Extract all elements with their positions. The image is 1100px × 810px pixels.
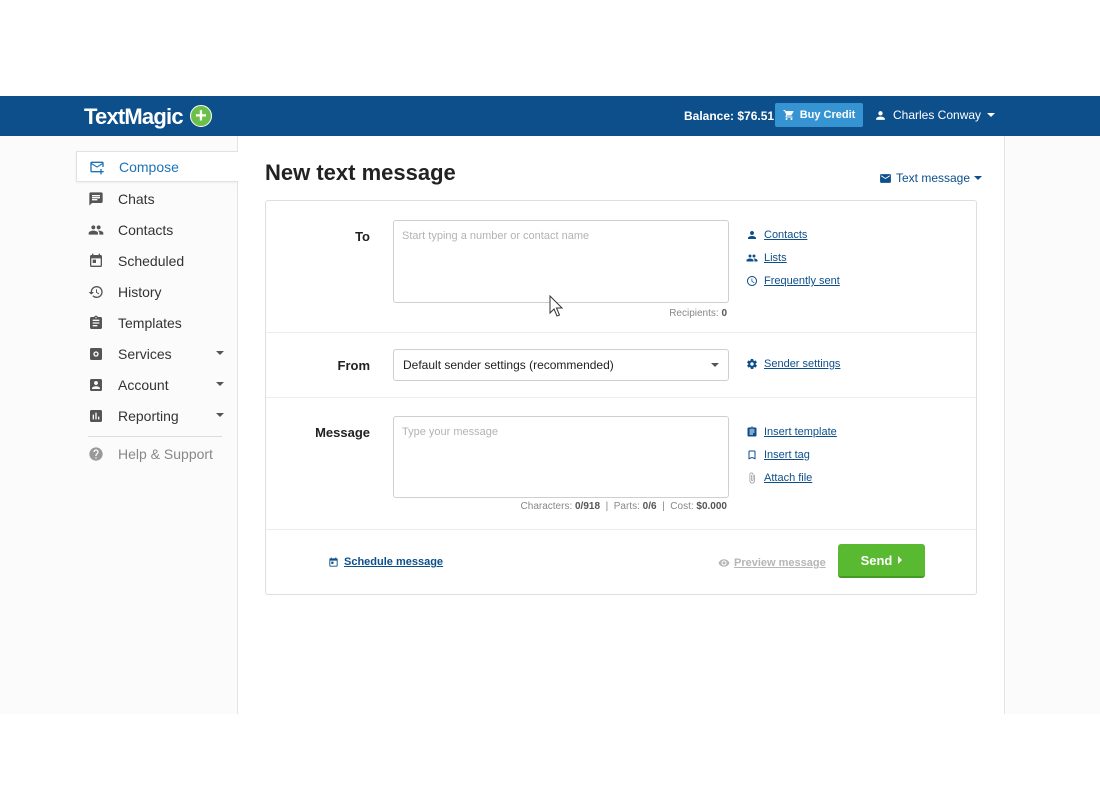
sidebar-item-help[interactable]: Help & Support [76, 438, 238, 469]
row-divider [266, 332, 976, 333]
page-title: New text message [265, 160, 456, 185]
chevron-down-icon [216, 382, 224, 386]
user-icon [876, 110, 885, 120]
chevron-down-icon [216, 351, 224, 355]
new-plus-icon[interactable]: + [190, 105, 212, 127]
recipients-count: Recipients: 0 [669, 308, 727, 319]
chevron-down-icon [711, 363, 719, 367]
right-gutter [1004, 136, 1100, 714]
sidebar-item-chats[interactable]: Chats [76, 183, 238, 214]
sidebar-item-reporting[interactable]: Reporting [76, 400, 238, 431]
bookmark-icon [748, 450, 756, 460]
app-body: Compose Chats Contacts Scheduled History… [0, 136, 1100, 714]
help-icon [89, 446, 103, 461]
buy-credit-label: Buy Credit [799, 109, 856, 121]
sidebar-item-history[interactable]: History [76, 276, 238, 307]
to-label: To [355, 229, 370, 244]
row-divider [266, 529, 976, 530]
sidebar-item-label: Compose [119, 158, 179, 175]
message-counters: Characters: 0/918 | Parts: 0/6 | Cost: $… [520, 501, 727, 512]
sidebar-item-label: Help & Support [118, 445, 213, 462]
history-icon [88, 285, 103, 298]
frequently-sent-link[interactable]: Frequently sent [746, 275, 840, 287]
compose-icon [90, 161, 104, 174]
send-button-label: Send [860, 552, 893, 568]
clipboard-icon [747, 426, 757, 437]
sidebar-item-label: Contacts [118, 221, 174, 238]
balance-text: Balance: $76.51 [684, 109, 775, 123]
account-icon [90, 378, 102, 391]
sidebar-item-label: Services [118, 345, 172, 362]
clock-icon [747, 276, 757, 286]
sender-settings-link[interactable]: Sender settings [746, 358, 840, 370]
contacts-icon [88, 224, 104, 235]
chat-icon [89, 191, 103, 206]
row-divider [266, 397, 976, 398]
sidebar-item-label: Account [118, 376, 169, 393]
sidebar: Compose Chats Contacts Scheduled History… [0, 136, 238, 714]
compose-form-card: To Start typing a number or contact name… [265, 200, 977, 595]
sidebar-item-label: Reporting [118, 407, 179, 424]
to-input[interactable]: Start typing a number or contact name [393, 220, 729, 303]
message-label: Message [315, 425, 370, 440]
chevron-down-icon [974, 176, 983, 180]
mouse-cursor-icon [549, 295, 564, 317]
sidebar-item-account[interactable]: Account [76, 369, 238, 400]
person-icon [748, 231, 756, 239]
preview-message-link[interactable]: Preview message [718, 557, 826, 569]
sidebar-divider [88, 436, 222, 437]
envelope-icon [880, 173, 891, 183]
from-label: From [337, 358, 371, 373]
user-name: Charles Conway [893, 108, 982, 122]
sidebar-item-label: Templates [118, 314, 182, 331]
sidebar-item-label: Scheduled [118, 252, 185, 269]
message-textarea[interactable]: Type your message [393, 416, 729, 498]
paperclip-icon [749, 472, 755, 484]
schedule-message-link[interactable]: Schedule message [328, 556, 443, 568]
gear-icon [747, 359, 757, 370]
lists-link[interactable]: Lists [746, 252, 787, 264]
main-content: New text message Text message To Start t… [238, 136, 1004, 714]
sender-select-value: Default sender settings (recommended) [403, 358, 614, 372]
top-navigation-bar: TextMagic + Balance: $76.51 Buy Credit C… [0, 96, 1100, 136]
chevron-down-icon [987, 113, 996, 117]
attach-file-link[interactable]: Attach file [746, 472, 812, 484]
bar-chart-icon [90, 409, 102, 422]
calendar-icon [90, 253, 102, 267]
eye-icon [718, 559, 730, 567]
sidebar-item-label: Chats [118, 190, 155, 207]
sidebar-item-compose[interactable]: Compose [76, 151, 238, 182]
sidebar-item-templates[interactable]: Templates [76, 307, 238, 338]
insert-tag-link[interactable]: Insert tag [746, 449, 810, 461]
send-button[interactable]: Send [838, 544, 925, 578]
insert-template-link[interactable]: Insert template [746, 426, 837, 438]
chevron-down-icon [216, 413, 224, 417]
user-menu[interactable]: Charles Conway [874, 108, 996, 122]
services-icon [90, 347, 102, 360]
sender-select[interactable]: Default sender settings (recommended) [393, 349, 729, 381]
contacts-link[interactable]: Contacts [746, 229, 807, 241]
people-icon [746, 254, 758, 262]
buy-credit-button[interactable]: Buy Credit [775, 103, 863, 127]
textmagic-logo[interactable]: TextMagic [84, 104, 184, 130]
cart-icon [783, 110, 794, 120]
calendar-icon [329, 556, 338, 567]
sidebar-item-contacts[interactable]: Contacts [76, 214, 238, 245]
sidebar-item-scheduled[interactable]: Scheduled [76, 245, 238, 276]
sidebar-item-services[interactable]: Services [76, 338, 238, 369]
message-type-dropdown[interactable]: Text message [879, 171, 983, 185]
message-type-label: Text message [896, 171, 971, 185]
sidebar-item-label: History [118, 283, 162, 300]
chevron-right-icon [898, 556, 903, 564]
clipboard-icon [90, 315, 102, 329]
